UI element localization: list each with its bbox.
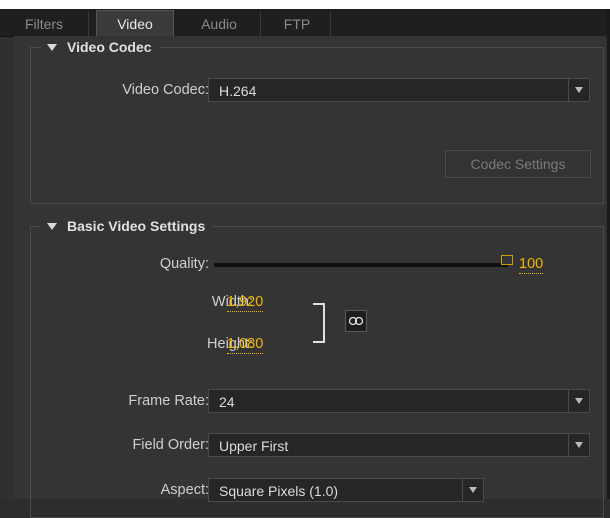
video-codec-dropdown[interactable]: H.264 (208, 78, 590, 102)
quality-slider-track[interactable] (214, 263, 508, 267)
frame-rate-dropdown[interactable]: 24 (208, 389, 590, 413)
video-codec-label: Video Codec: (122, 82, 209, 98)
frame-rate-value: 24 (219, 394, 235, 410)
chevron-down-icon (568, 79, 589, 101)
height-value[interactable]: 1,080 (227, 335, 264, 354)
frame-rate-label: Frame Rate: (128, 393, 209, 409)
chain-link-icon (349, 317, 363, 325)
quality-label: Quality: (159, 256, 209, 272)
tab-ftp[interactable]: FTP (264, 12, 331, 36)
aspect-dropdown[interactable]: Square Pixels (1.0) (208, 478, 484, 502)
quality-value[interactable]: 100 (519, 255, 544, 274)
quality-slider-thumb[interactable] (501, 255, 513, 265)
video-codec-group-header[interactable]: Video Codec (41, 38, 160, 56)
tab-audio[interactable]: Audio (178, 12, 261, 36)
basic-video-settings-group: Basic Video Settings Quality: 100 Width:… (30, 217, 604, 518)
chevron-down-icon (568, 434, 589, 456)
field-order-dropdown[interactable]: Upper First (208, 433, 590, 457)
settings-panel[interactable]: Video Codec Video Codec: H.264 Codec Set… (14, 36, 606, 518)
chevron-down-icon (568, 390, 589, 412)
chevron-down-icon (462, 479, 483, 501)
triangle-down-icon[interactable] (47, 223, 57, 230)
aspect-label: Aspect: (160, 482, 209, 498)
tab-bar: Filters Video Audio FTP (0, 9, 608, 38)
tab-filters[interactable]: Filters (0, 12, 89, 36)
constrain-proportions-button[interactable] (345, 310, 367, 332)
video-codec-group-title: Video Codec (67, 39, 152, 55)
video-codec-value: H.264 (219, 83, 257, 99)
field-order-label: Field Order: (132, 437, 209, 453)
video-codec-group: Video Codec Video Codec: H.264 Codec Set… (30, 38, 604, 204)
basic-video-settings-group-title: Basic Video Settings (67, 218, 206, 234)
codec-settings-button[interactable]: Codec Settings (445, 150, 591, 178)
field-order-value: Upper First (219, 438, 289, 454)
tab-video[interactable]: Video (96, 10, 174, 38)
top-edge (0, 0, 610, 9)
aspect-value: Square Pixels (1.0) (219, 483, 339, 499)
triangle-down-icon[interactable] (47, 44, 57, 51)
width-value[interactable]: 1,920 (227, 293, 264, 312)
basic-video-settings-group-header[interactable]: Basic Video Settings (41, 217, 214, 235)
export-settings-window: Filters Video Audio FTP Video Codec Vide… (0, 0, 610, 518)
constrain-bracket (313, 303, 325, 343)
